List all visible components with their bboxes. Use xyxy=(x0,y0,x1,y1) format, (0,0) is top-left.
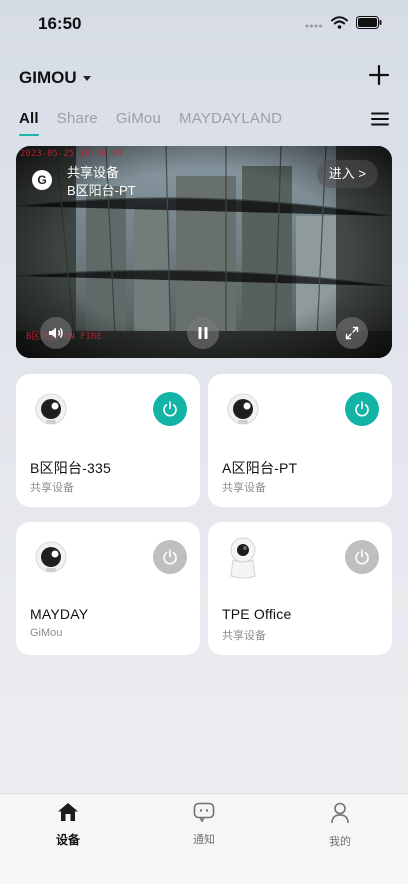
round-camera-icon xyxy=(35,541,67,573)
account-switcher[interactable]: GIMOU xyxy=(19,68,91,88)
device-name: B区阳台-335 xyxy=(30,460,111,476)
status-time: 16:50 xyxy=(38,14,82,33)
enter-button[interactable]: 进入 > xyxy=(316,160,378,188)
fullscreen-button[interactable] xyxy=(336,317,368,349)
status-bar: 16:50 xyxy=(0,0,408,46)
power-toggle-button[interactable] xyxy=(345,392,379,426)
tabbar-label: 我的 xyxy=(329,836,351,848)
device-name: MAYDAY xyxy=(30,606,89,622)
live-device-name: B区阳台-PT xyxy=(67,183,136,198)
expand-icon xyxy=(345,326,359,340)
group-tabs: All Share GiMou MAYDAYLAND xyxy=(19,110,282,136)
person-icon xyxy=(331,802,349,824)
menu-icon[interactable] xyxy=(371,112,389,126)
account-name: GIMOU xyxy=(19,68,77,87)
wifi-icon xyxy=(331,16,348,29)
live-view-card[interactable]: 2023-05-25 16:50:49 B区阳台 ON FIRE G 共享设备 … xyxy=(16,146,392,358)
tab-maydayland[interactable]: MAYDAYLAND xyxy=(179,110,282,127)
cellular-signal-icon xyxy=(305,24,322,27)
sound-button[interactable] xyxy=(40,317,72,349)
pause-button[interactable] xyxy=(187,317,219,349)
device-card[interactable]: A区阳台-PT 共享设备 xyxy=(208,374,392,507)
power-icon xyxy=(163,549,177,565)
tabbar-devices[interactable]: 设备 xyxy=(28,802,108,848)
battery-icon xyxy=(356,16,382,29)
power-icon xyxy=(163,401,177,417)
device-subtitle: 共享设备 xyxy=(222,482,266,494)
power-icon xyxy=(355,549,369,565)
device-subtitle: 共享设备 xyxy=(30,482,74,494)
pause-icon xyxy=(198,327,208,339)
message-icon xyxy=(193,802,215,823)
device-subtitle: GiMou xyxy=(30,627,63,639)
bottom-tab-bar: 设备 通知 我的 xyxy=(0,793,408,884)
speaker-icon xyxy=(49,327,63,339)
timestamp-overlay: 2023-05-25 16:50:49 xyxy=(20,149,123,159)
header: GIMOU xyxy=(0,60,408,96)
tabbar-label: 通知 xyxy=(193,834,215,846)
add-device-button[interactable] xyxy=(368,64,390,86)
device-name: TPE Office xyxy=(222,606,292,622)
device-card[interactable]: MAYDAY GiMou xyxy=(16,522,200,655)
live-badge: 共享设备 xyxy=(67,165,120,180)
dome-camera-icon xyxy=(230,537,256,579)
device-card[interactable]: B区阳台-335 共享设备 xyxy=(16,374,200,507)
caret-down-icon xyxy=(82,76,91,81)
round-camera-icon xyxy=(227,393,259,425)
power-toggle-button[interactable] xyxy=(153,392,187,426)
gimou-logo-icon: G xyxy=(32,170,52,190)
home-icon xyxy=(58,803,78,821)
device-name: A区阳台-PT xyxy=(222,460,298,476)
power-toggle-button[interactable] xyxy=(345,540,379,574)
tabbar-profile[interactable]: 我的 xyxy=(300,802,380,849)
tab-share[interactable]: Share xyxy=(57,110,98,127)
power-icon xyxy=(355,401,369,417)
tab-gimou[interactable]: GiMou xyxy=(116,110,161,127)
tabbar-notifications[interactable]: 通知 xyxy=(164,802,244,847)
power-toggle-button[interactable] xyxy=(153,540,187,574)
device-subtitle: 共享设备 xyxy=(222,630,266,642)
round-camera-icon xyxy=(35,393,67,425)
tab-all[interactable]: All xyxy=(19,110,39,136)
device-card[interactable]: TPE Office 共享设备 xyxy=(208,522,392,655)
tabbar-label: 设备 xyxy=(55,833,80,847)
